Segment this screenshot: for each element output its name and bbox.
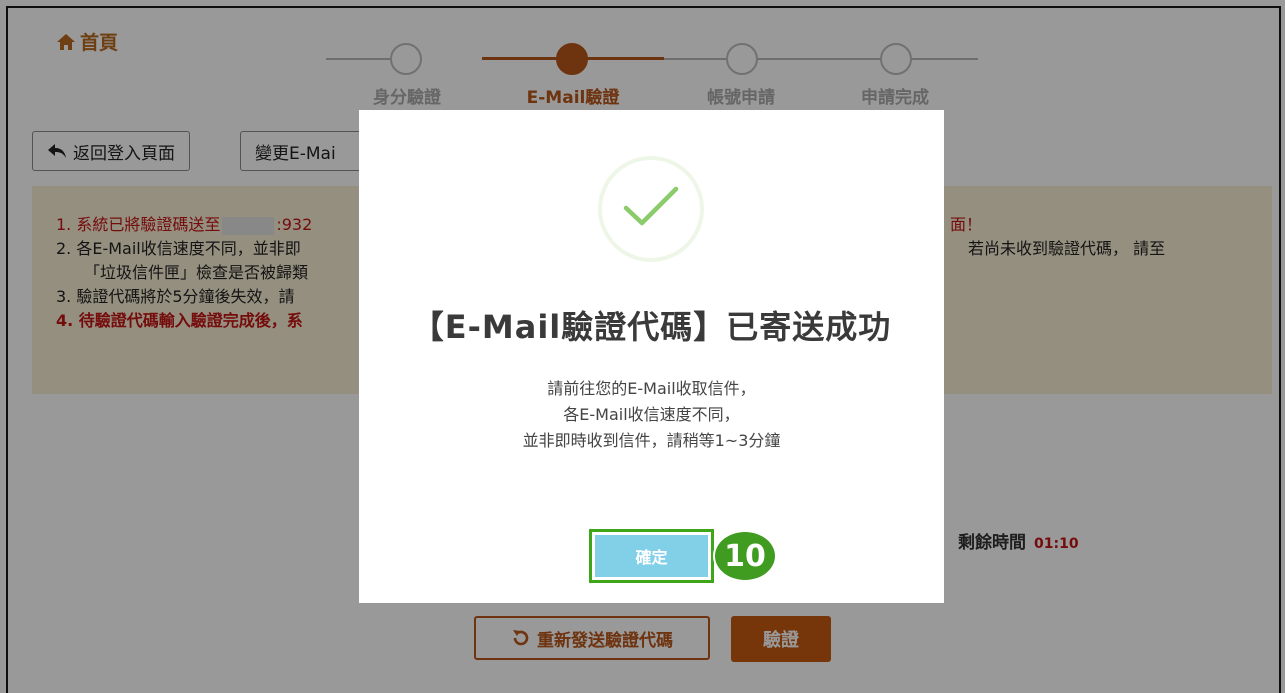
dialog-message: 請前往您的E-Mail收取信件， 各E-Mail收信速度不同， 並非即時收到信件… [359,376,944,454]
success-check-icon [598,156,704,262]
dialog-message-line: 並非即時收到信件，請稍等1~3分鐘 [522,431,781,450]
tutorial-step-badge: 10 [713,530,777,582]
confirm-highlight: 確定 [589,529,714,583]
dialog-title: 【E-Mail驗證代碼】已寄送成功 [411,308,892,346]
confirm-button[interactable]: 確定 [595,535,708,577]
dialog-message-line: 請前往您的E-Mail收取信件， [547,379,756,398]
check-mark-icon [623,186,679,226]
success-dialog: 【E-Mail驗證代碼】已寄送成功 請前往您的E-Mail收取信件， 各E-Ma… [359,110,944,603]
dialog-message-line: 各E-Mail收信速度不同， [563,405,740,424]
